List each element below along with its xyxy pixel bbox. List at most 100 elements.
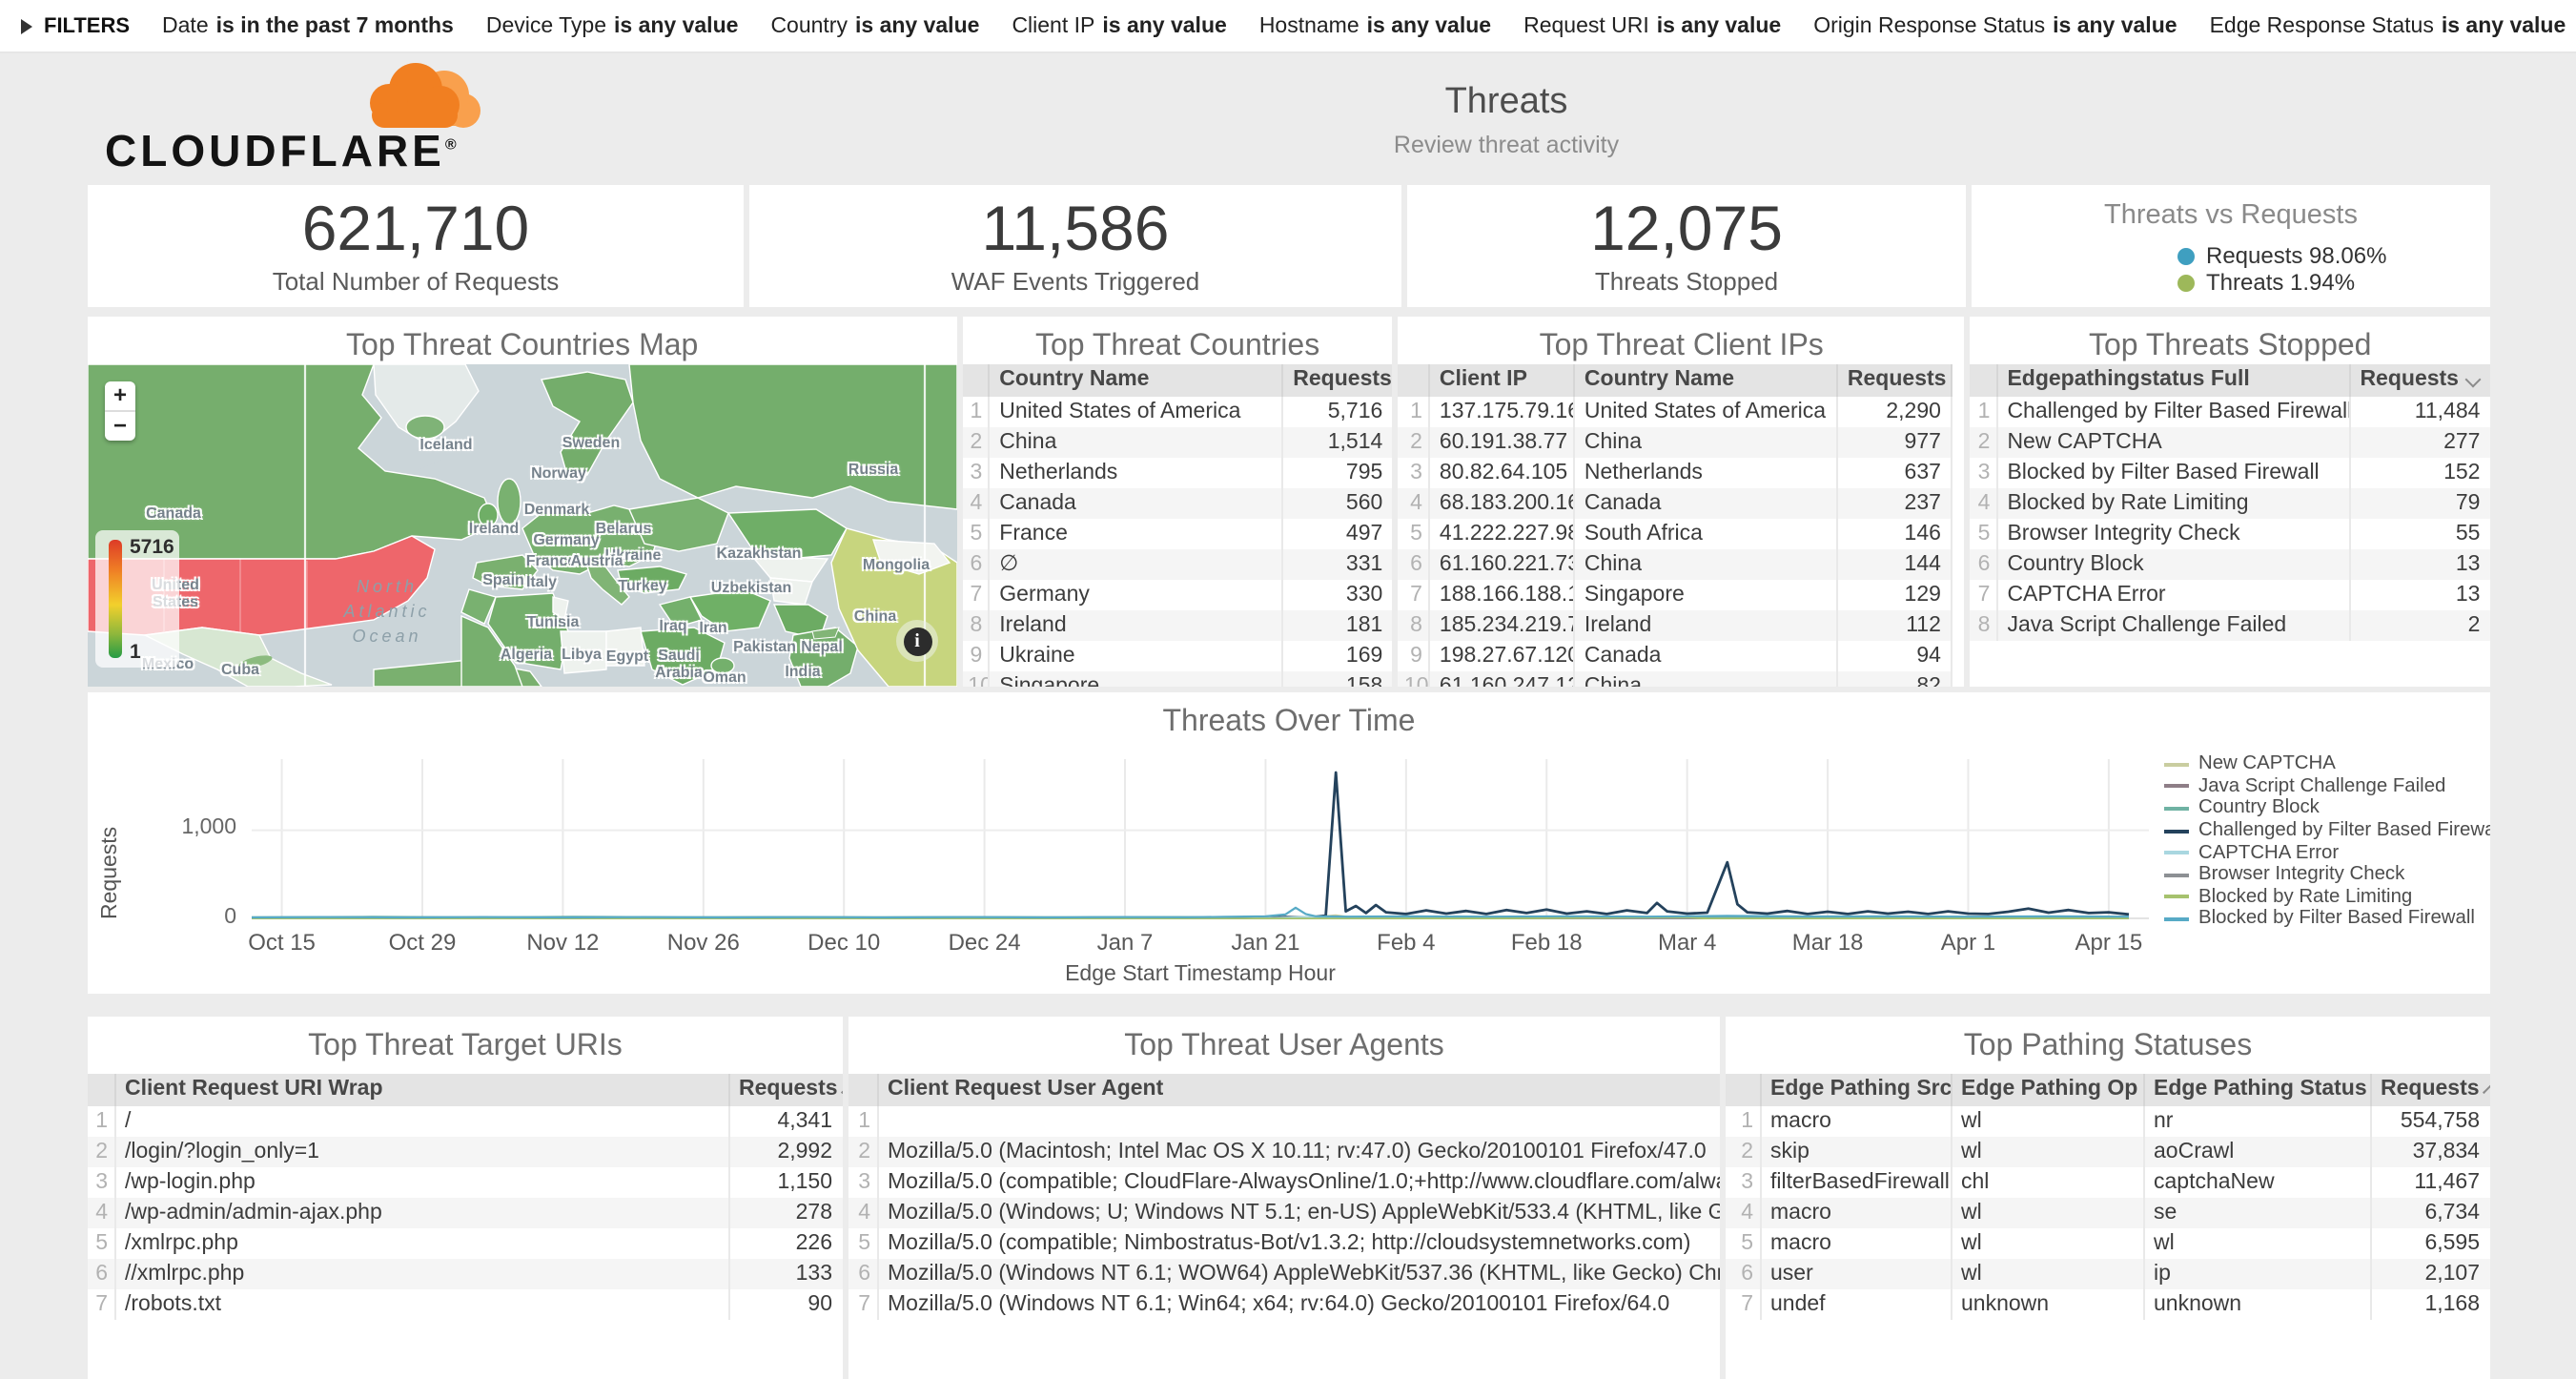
- chart-legend-item[interactable]: Browser Integrity Check: [2164, 864, 2490, 886]
- top-threat-target-uris-table: Client Request URI WrapRequests1/4,3412/…: [88, 1074, 843, 1320]
- table-cell: 11,484: [2349, 397, 2490, 427]
- chart-legend-item[interactable]: Challenged by Filter Based Firewall: [2164, 820, 2490, 842]
- table-row: 7Germany330: [962, 580, 1393, 610]
- chart-legend-item[interactable]: Blocked by Filter Based Firewall: [2164, 908, 2490, 930]
- legend-series-label: Java Script Challenge Failed: [2198, 776, 2445, 797]
- y-axis-label: Requests: [99, 759, 122, 919]
- table-cell: Mozilla/5.0 (Windows; U; Windows NT 5.1;…: [877, 1198, 1720, 1228]
- table-cell: skip: [1760, 1137, 1951, 1167]
- table-cell: 11,467: [2370, 1167, 2490, 1198]
- filter-item[interactable]: Request URIis any value: [1523, 14, 1781, 37]
- row-number: 1: [1726, 1106, 1760, 1137]
- country-label: Germany: [533, 531, 599, 548]
- row-number-header: [1970, 364, 1996, 397]
- country-label: Sweden: [562, 434, 620, 451]
- table-cell: 68.183.200.167: [1429, 488, 1574, 519]
- row-number: 4: [88, 1198, 114, 1228]
- x-tick-label: Oct 15: [248, 929, 316, 956]
- legend-line-icon: [2164, 807, 2189, 811]
- panel-title: Top Threat Countries Map: [88, 317, 956, 364]
- table-cell: Mozilla/5.0 (Windows NT 6.1; Win64; x64;…: [877, 1289, 1720, 1320]
- table-row: 10Singapore158: [962, 671, 1393, 687]
- country-label: Uzbekistan: [711, 579, 791, 596]
- table-row: 5Browser Integrity Check55: [1970, 519, 2490, 549]
- column-header: Country Name: [989, 364, 1282, 397]
- table-cell: Singapore: [989, 671, 1282, 687]
- filter-field: Device Type: [486, 14, 606, 37]
- table-cell: Blocked by Rate Limiting: [1996, 488, 2349, 519]
- filter-field: Date: [162, 14, 209, 37]
- table-cell: chl: [1951, 1167, 2143, 1198]
- chart-legend-item[interactable]: Java Script Challenge Failed: [2164, 775, 2490, 797]
- country-label: Mongolia: [863, 556, 930, 573]
- table-cell: 277: [2349, 427, 2490, 458]
- panel-title: Top Threat User Agents: [848, 1017, 1720, 1064]
- filters-toggle[interactable]: FILTERS: [21, 14, 130, 37]
- filter-item[interactable]: Client IPis any value: [1012, 14, 1226, 37]
- panel-title: Top Threat Countries: [962, 317, 1393, 364]
- table-cell: 497: [1282, 519, 1393, 549]
- table-cell: Netherlands: [989, 458, 1282, 488]
- filter-item[interactable]: Origin Response Statusis any value: [1813, 14, 2177, 37]
- kpi-label: WAF Events Triggered: [951, 267, 1200, 296]
- table-row: 8Ireland181: [962, 610, 1393, 641]
- table-cell: wl: [1951, 1228, 2143, 1259]
- threat-map[interactable]: CanadaUnited StatesMexicoCubaIcelandNorw…: [88, 364, 956, 687]
- x-tick-label: Apr 1: [1941, 929, 1995, 956]
- table-cell: 330: [1282, 580, 1393, 610]
- table-row: 1macrowlnr554,758: [1726, 1106, 2490, 1137]
- row-number: 8: [1970, 610, 1996, 641]
- table-cell: China: [989, 427, 1282, 458]
- sort-desc-icon: [1951, 374, 1952, 383]
- column-header[interactable]: Requests: [728, 1074, 843, 1106]
- country-label: Saudi Arabia: [646, 647, 711, 681]
- threats-over-time-chart: [252, 759, 2149, 919]
- filter-item[interactable]: Dateis in the past 7 months: [162, 14, 454, 37]
- table-row: 3Netherlands795: [962, 458, 1393, 488]
- map-info-icon[interactable]: i: [896, 620, 938, 662]
- table-row: 3Mozilla/5.0 (compatible; CloudFlare-Alw…: [848, 1167, 1720, 1198]
- column-header[interactable]: Requests: [1837, 364, 1952, 397]
- filter-item[interactable]: Countryis any value: [770, 14, 979, 37]
- dashboard-header: CLOUDFLARE® Threats Review threat activi…: [0, 53, 2576, 185]
- filter-item[interactable]: Hostnameis any value: [1259, 14, 1491, 37]
- chart-legend-item[interactable]: Blocked by Rate Limiting: [2164, 886, 2490, 908]
- column-header[interactable]: Requests: [1282, 364, 1393, 397]
- legend-line-icon: [2164, 763, 2189, 767]
- table-cell: 90: [728, 1289, 843, 1320]
- table-cell: Country Block: [1996, 549, 2349, 580]
- chart-legend-item[interactable]: Country Block: [2164, 797, 2490, 819]
- table-row: 2Mozilla/5.0 (Macintosh; Intel Mac OS X …: [848, 1137, 1720, 1167]
- table-cell: 41.222.227.98: [1429, 519, 1574, 549]
- top-threat-user-agents-table: Client Request User Agent12Mozilla/5.0 (…: [848, 1074, 1720, 1320]
- country-label: Belarus: [596, 520, 652, 537]
- table-cell: //xmlrpc.php: [114, 1259, 728, 1289]
- kpi-waf-events: 11,586 WAF Events Triggered: [749, 185, 1401, 307]
- row-number: 1: [1970, 397, 1996, 427]
- color-gradient-bar: [109, 540, 122, 658]
- table-cell: 144: [1837, 549, 1952, 580]
- country-label: Pakistan: [733, 638, 796, 655]
- table-cell: 795: [1282, 458, 1393, 488]
- column-header[interactable]: Requests: [2349, 364, 2490, 397]
- table-header-row: Client Request User Agent: [848, 1074, 1720, 1106]
- map-zoom-in-button[interactable]: +: [105, 381, 135, 410]
- filter-value: is any value: [1657, 14, 1781, 37]
- filter-item[interactable]: Device Typeis any value: [486, 14, 739, 37]
- table-row: 8185.234.219.70Ireland112: [1399, 610, 1952, 641]
- table-row: 260.191.38.77China977: [1399, 427, 1952, 458]
- row-number: 3: [88, 1167, 114, 1198]
- row-number: 9: [962, 641, 989, 671]
- column-header[interactable]: Requests: [2370, 1074, 2490, 1106]
- table-row: 6Mozilla/5.0 (Windows NT 6.1; WOW64) App…: [848, 1259, 1720, 1289]
- table-row: 4Canada560: [962, 488, 1393, 519]
- y-tick-label: 1,000: [141, 817, 236, 840]
- top-threat-countries-table: Country NameRequests1United States of Am…: [962, 364, 1393, 687]
- table-row: 2China1,514: [962, 427, 1393, 458]
- table-cell: 560: [1282, 488, 1393, 519]
- chart-legend-item[interactable]: CAPTCHA Error: [2164, 842, 2490, 864]
- map-zoom-out-button[interactable]: −: [105, 412, 135, 441]
- filter-item[interactable]: Edge Response Statusis any value: [2210, 14, 2566, 37]
- chart-legend-item[interactable]: New CAPTCHA: [2164, 753, 2490, 775]
- table-row: 1137.175.79.166United States of America2…: [1399, 397, 1952, 427]
